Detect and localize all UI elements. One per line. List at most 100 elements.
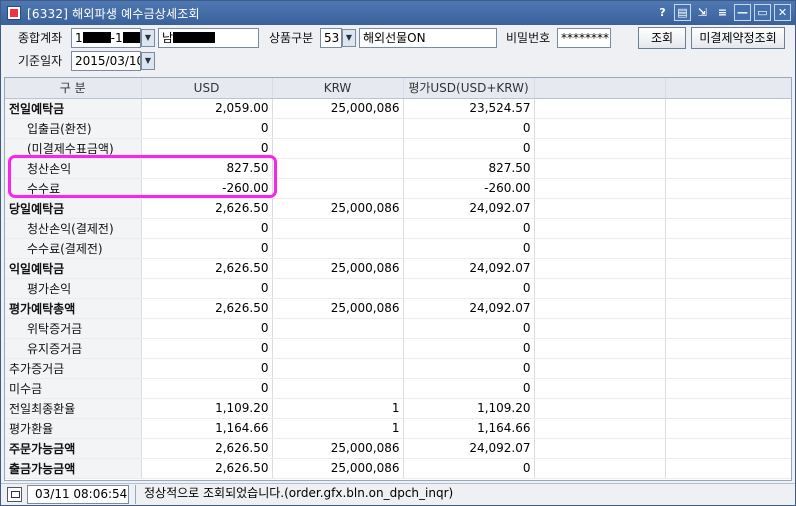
cell-empty-1 bbox=[534, 158, 666, 179]
cell-empty-1 bbox=[534, 218, 666, 239]
account-number-field[interactable]: 1 -1 bbox=[71, 28, 141, 48]
table-row[interactable]: 평가예탁총액 2,626.50 25,000,086 24,092.07 bbox=[5, 298, 791, 319]
product-dropdown-icon[interactable]: ▼ bbox=[342, 29, 356, 47]
row-label: 위탁증거금 bbox=[5, 318, 142, 339]
cell-empty-2 bbox=[665, 118, 791, 139]
maximize-button[interactable]: ▭ bbox=[754, 4, 771, 21]
table-row[interactable]: 익일예탁금 2,626.50 25,000,086 24,092.07 bbox=[5, 258, 791, 279]
cell-krw bbox=[272, 278, 404, 299]
cell-eval-usd: 23,524.57 bbox=[403, 98, 535, 119]
table-row[interactable]: 청산손익 827.50 827.50 bbox=[5, 158, 791, 179]
close-button[interactable]: ✕ bbox=[774, 4, 791, 21]
row-label: 당일예탁금 bbox=[5, 198, 142, 219]
row-label: 익일예탁금 bbox=[5, 258, 142, 279]
table-row[interactable]: 전일최종환율 1,109.20 1 1,109.20 bbox=[5, 398, 791, 419]
cell-empty-2 bbox=[665, 458, 791, 479]
table-row[interactable]: 유지증거금 0 0 bbox=[5, 338, 791, 359]
cell-krw bbox=[272, 238, 404, 259]
password-label: 비밀번호 bbox=[506, 31, 551, 45]
table-row[interactable]: 당일예탁금 2,626.50 25,000,086 24,092.07 bbox=[5, 198, 791, 219]
status-time: 03/11 08:06:54 bbox=[27, 485, 129, 504]
table-row[interactable]: 주문가능금액 2,626.50 25,000,086 24,092.07 bbox=[5, 438, 791, 459]
table-row[interactable]: 수수료(결제전) 0 0 bbox=[5, 238, 791, 259]
account-dropdown-icon[interactable]: ▼ bbox=[141, 29, 155, 47]
header-category: 구 분 bbox=[5, 78, 142, 99]
cell-eval-usd: -260.00 bbox=[403, 178, 535, 199]
settings-menu-icon[interactable]: ≡ bbox=[714, 4, 731, 21]
header-eval-usd: 평가USD(USD+KRW) bbox=[403, 78, 535, 99]
cell-empty-1 bbox=[534, 278, 666, 299]
cell-empty-1 bbox=[534, 238, 666, 259]
row-label: 추가증거금 bbox=[5, 358, 142, 379]
unsettled-contracts-button[interactable]: 미결제약정조회 bbox=[691, 27, 785, 49]
password-field[interactable]: ******** bbox=[557, 28, 611, 48]
base-date-field[interactable]: 2015/03/10 bbox=[71, 51, 141, 71]
help-button[interactable]: ? bbox=[654, 4, 671, 21]
cell-usd: 0 bbox=[141, 118, 273, 139]
calendar-dropdown-icon[interactable]: ▼ bbox=[141, 52, 155, 70]
window-title: [6332] 해외파생 예수금상세조회 bbox=[27, 6, 200, 21]
window-controls: ? ▤ ⇲ ≡ — ▭ ✕ bbox=[654, 4, 791, 21]
table-row[interactable]: 위탁증거금 0 0 bbox=[5, 318, 791, 339]
app-icon bbox=[7, 6, 21, 20]
row-label: 청산손익(결제전) bbox=[5, 218, 142, 239]
header-empty-1 bbox=[534, 78, 666, 99]
cell-empty-1 bbox=[534, 98, 666, 119]
cell-usd: 0 bbox=[141, 338, 273, 359]
minimize-button[interactable]: — bbox=[734, 4, 751, 21]
row-label: 수수료(결제전) bbox=[5, 238, 142, 259]
cell-empty-1 bbox=[534, 358, 666, 379]
table-row[interactable]: 수수료 -260.00 -260.00 bbox=[5, 178, 791, 199]
date-label: 기준일자 bbox=[18, 54, 63, 68]
cell-usd: -260.00 bbox=[141, 178, 273, 199]
deposit-grid[interactable]: 구 분 USD KRW 평가USD(USD+KRW) 전일예탁금 2,059.00… bbox=[4, 77, 792, 481]
table-row[interactable]: 평가손익 0 0 bbox=[5, 278, 791, 299]
cell-krw bbox=[272, 158, 404, 179]
cell-empty-1 bbox=[534, 338, 666, 359]
table-row[interactable]: 입출금(환전) 0 0 bbox=[5, 118, 791, 139]
cell-empty-2 bbox=[665, 378, 791, 399]
cell-usd: 2,626.50 bbox=[141, 198, 273, 219]
row-label: 출금가능금액 bbox=[5, 458, 142, 479]
cell-krw bbox=[272, 378, 404, 399]
product-code-field[interactable]: 53 bbox=[320, 28, 342, 48]
layout-icon[interactable]: ▤ bbox=[674, 4, 691, 21]
table-row[interactable]: 전일예탁금 2,059.00 25,000,086 23,524.57 bbox=[5, 98, 791, 119]
cell-eval-usd: 0 bbox=[403, 278, 535, 299]
table-row[interactable]: 미수금 0 0 bbox=[5, 378, 791, 399]
grid-header-row: 구 분 USD KRW 평가USD(USD+KRW) bbox=[5, 78, 791, 99]
cell-eval-usd: 0 bbox=[403, 358, 535, 379]
cell-krw: 1 bbox=[272, 398, 404, 419]
row-label: 평가예탁총액 bbox=[5, 298, 142, 319]
cell-krw bbox=[272, 318, 404, 339]
row-label: 주문가능금액 bbox=[5, 438, 142, 459]
cell-empty-2 bbox=[665, 98, 791, 119]
row-label: 수수료 bbox=[5, 178, 142, 199]
cell-krw: 25,000,086 bbox=[272, 298, 404, 319]
cell-empty-2 bbox=[665, 438, 791, 459]
table-row[interactable]: 출금가능금액 2,626.50 25,000,086 0 bbox=[5, 458, 791, 479]
cell-eval-usd: 24,092.07 bbox=[403, 258, 535, 279]
cell-empty-1 bbox=[534, 178, 666, 199]
cell-empty-1 bbox=[534, 138, 666, 159]
table-row[interactable]: 청산손익(결제전) 0 0 bbox=[5, 218, 791, 239]
table-row[interactable]: 평가환율 1,164.66 1 1,164.66 bbox=[5, 418, 791, 439]
cell-krw bbox=[272, 358, 404, 379]
cell-krw: 25,000,086 bbox=[272, 258, 404, 279]
cell-eval-usd: 24,092.07 bbox=[403, 298, 535, 319]
cell-eval-usd: 0 bbox=[403, 458, 535, 479]
query-button[interactable]: 조회 bbox=[638, 27, 686, 49]
cell-empty-2 bbox=[665, 238, 791, 259]
cell-usd: 2,626.50 bbox=[141, 258, 273, 279]
cell-eval-usd: 827.50 bbox=[403, 158, 535, 179]
cell-usd: 0 bbox=[141, 358, 273, 379]
title-bar[interactable]: [6332] 해외파생 예수금상세조회 ? ▤ ⇲ ≡ — ▭ ✕ bbox=[1, 1, 795, 25]
window-list-icon[interactable] bbox=[7, 487, 22, 502]
table-row[interactable]: (미결제수표금액) 0 0 bbox=[5, 138, 791, 159]
table-row[interactable]: 추가증거금 0 0 bbox=[5, 358, 791, 379]
cell-krw: 1 bbox=[272, 418, 404, 439]
cell-usd: 0 bbox=[141, 238, 273, 259]
pin-icon[interactable]: ⇲ bbox=[694, 4, 711, 21]
cell-empty-2 bbox=[665, 198, 791, 219]
cell-empty-1 bbox=[534, 298, 666, 319]
